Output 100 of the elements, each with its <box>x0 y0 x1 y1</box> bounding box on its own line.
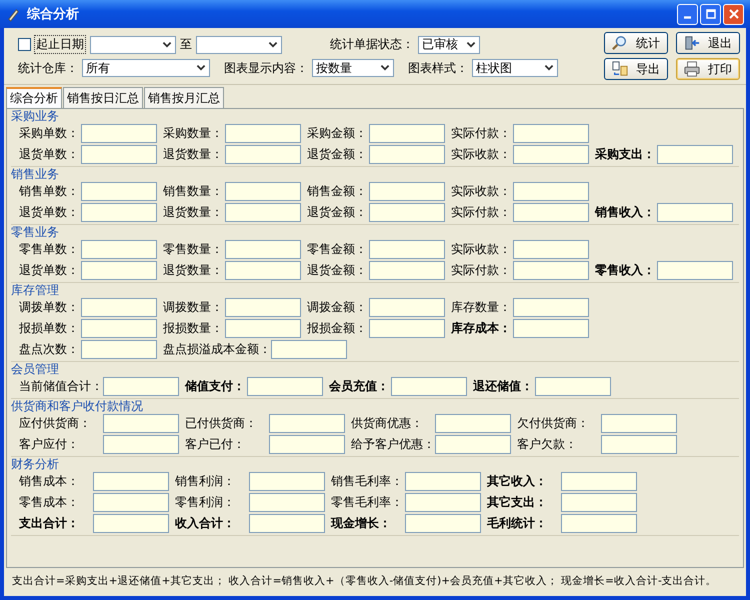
input-field[interactable] <box>369 319 445 338</box>
input-field[interactable] <box>405 514 481 533</box>
input-field[interactable] <box>103 377 179 396</box>
input-field[interactable] <box>601 435 677 454</box>
input-field[interactable] <box>81 240 157 259</box>
tab[interactable]: 销售按月汇总 <box>144 87 224 108</box>
input-field[interactable] <box>369 182 445 201</box>
warehouse-dropdown[interactable]: 所有 <box>82 59 210 77</box>
field-label: 零售收入： <box>595 262 656 279</box>
input-field[interactable] <box>369 203 445 222</box>
date-range-checkbox[interactable] <box>18 38 31 51</box>
input-field[interactable] <box>81 298 157 317</box>
input-field[interactable] <box>225 319 301 338</box>
input-field[interactable] <box>81 319 157 338</box>
close-icon <box>728 9 738 19</box>
input-field[interactable] <box>225 298 301 317</box>
input-field[interactable] <box>103 414 179 433</box>
search-icon <box>612 35 628 51</box>
input-field[interactable] <box>513 124 589 143</box>
end-date-dropdown[interactable] <box>196 36 282 54</box>
input-field[interactable] <box>405 493 481 512</box>
printer-icon <box>684 61 700 77</box>
input-field[interactable] <box>391 377 467 396</box>
doc-status-dropdown[interactable]: 已审核 <box>418 36 480 54</box>
tab[interactable]: 销售按日汇总 <box>63 87 143 108</box>
maximize-button[interactable] <box>700 4 721 24</box>
input-field[interactable] <box>81 261 157 280</box>
input-field[interactable] <box>369 240 445 259</box>
chart-content-label: 图表显示内容： <box>224 60 308 76</box>
input-field[interactable] <box>513 298 589 317</box>
start-date-dropdown[interactable] <box>90 36 176 54</box>
field-label: 退货金额： <box>307 204 368 221</box>
input-field[interactable] <box>657 261 733 280</box>
input-field[interactable] <box>269 435 345 454</box>
input-field[interactable] <box>225 182 301 201</box>
search-button[interactable]: 统计 <box>604 32 668 54</box>
input-field[interactable] <box>81 340 157 359</box>
date-range-label: 起止日期 <box>34 35 86 54</box>
field-label: 销售利润： <box>175 473 236 490</box>
input-field[interactable] <box>405 472 481 491</box>
input-field[interactable] <box>93 514 169 533</box>
field-label: 退货金额： <box>307 146 368 163</box>
input-field[interactable] <box>81 124 157 143</box>
print-button[interactable]: 打印 <box>676 58 740 80</box>
input-field[interactable] <box>81 145 157 164</box>
input-field[interactable] <box>513 319 589 338</box>
chart-content-dropdown[interactable]: 按数量 <box>312 59 394 77</box>
input-field[interactable] <box>247 377 323 396</box>
input-field[interactable] <box>513 240 589 259</box>
field-label: 零售金额： <box>307 241 368 258</box>
input-field[interactable] <box>435 414 511 433</box>
input-field[interactable] <box>369 298 445 317</box>
input-field[interactable] <box>435 435 511 454</box>
tab[interactable]: 综合分析 <box>6 87 62 108</box>
input-field[interactable] <box>225 240 301 259</box>
input-field[interactable] <box>269 414 345 433</box>
input-field[interactable] <box>225 124 301 143</box>
input-field[interactable] <box>561 493 637 512</box>
input-field[interactable] <box>513 182 589 201</box>
input-field[interactable] <box>513 261 589 280</box>
field-label: 已付供货商： <box>185 415 258 432</box>
minimize-button[interactable] <box>677 4 698 24</box>
input-field[interactable] <box>249 493 325 512</box>
field-label: 欠付供货商： <box>517 415 590 432</box>
field-label: 收入合计： <box>175 515 236 532</box>
input-field[interactable] <box>513 145 589 164</box>
input-field[interactable] <box>657 203 733 222</box>
input-field[interactable] <box>369 145 445 164</box>
input-field[interactable] <box>81 182 157 201</box>
section-title: 会员管理 <box>11 362 60 376</box>
section-title: 供货商和客户收付款情况 <box>11 399 144 413</box>
field-label: 销售收入： <box>595 204 656 221</box>
chart-style-dropdown[interactable]: 柱状图 <box>472 59 558 77</box>
exit-button[interactable]: 退出 <box>676 32 740 54</box>
input-field[interactable] <box>369 124 445 143</box>
input-field[interactable] <box>225 145 301 164</box>
input-field[interactable] <box>249 472 325 491</box>
input-field[interactable] <box>271 340 347 359</box>
input-field[interactable] <box>601 414 677 433</box>
input-field[interactable] <box>561 472 637 491</box>
input-field[interactable] <box>249 514 325 533</box>
input-field[interactable] <box>369 261 445 280</box>
field-label: 退还储值： <box>473 378 534 395</box>
input-field[interactable] <box>81 203 157 222</box>
input-field[interactable] <box>657 145 733 164</box>
input-field[interactable] <box>225 203 301 222</box>
export-button[interactable]: 导出 <box>604 58 668 80</box>
section-title: 销售业务 <box>11 167 60 181</box>
input-field[interactable] <box>225 261 301 280</box>
field-label: 供货商优惠： <box>351 415 424 432</box>
input-field[interactable] <box>561 514 637 533</box>
input-field[interactable] <box>93 493 169 512</box>
input-field[interactable] <box>93 472 169 491</box>
field-label: 零售利润： <box>175 494 236 511</box>
field-label: 毛利统计： <box>487 515 548 532</box>
input-field[interactable] <box>535 377 611 396</box>
input-field[interactable] <box>103 435 179 454</box>
close-button[interactable] <box>723 4 744 24</box>
field-label: 零售毛利率： <box>331 494 404 511</box>
input-field[interactable] <box>513 203 589 222</box>
